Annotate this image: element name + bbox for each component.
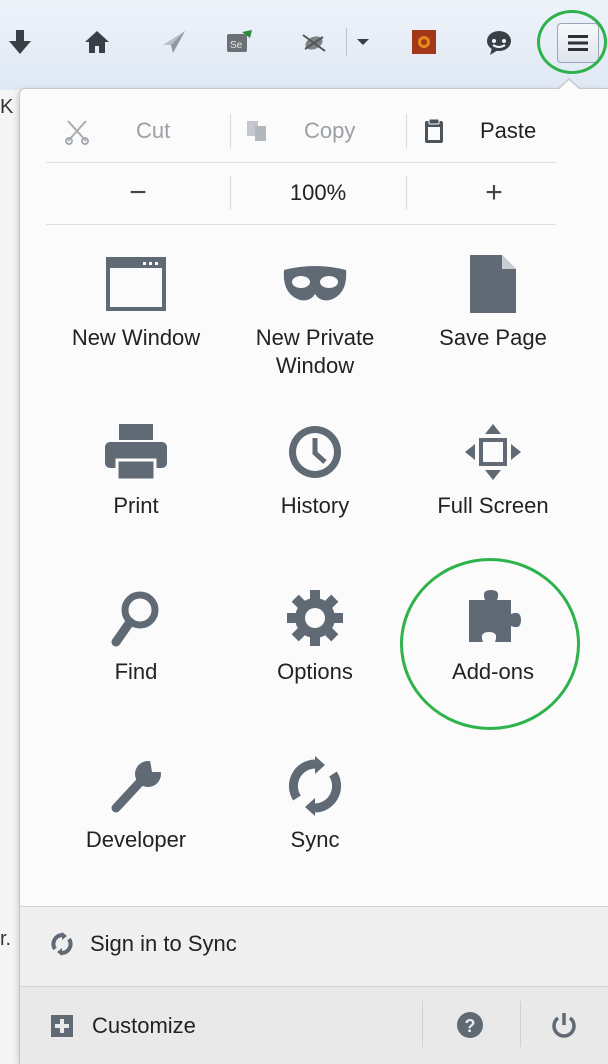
paste-button[interactable]: Paste bbox=[422, 100, 562, 162]
new-window-label: New Window bbox=[71, 325, 201, 350]
zoom-out-label: − bbox=[129, 176, 147, 209]
svg-text:Se: Se bbox=[230, 40, 243, 51]
options-label: Options bbox=[277, 659, 353, 684]
sign-in-label: Sign in to Sync bbox=[90, 931, 237, 956]
zoom-out-button[interactable]: − bbox=[46, 162, 230, 224]
printer-icon bbox=[105, 424, 167, 482]
footer-separator bbox=[422, 1001, 423, 1047]
new-window-button[interactable]: New Window bbox=[46, 250, 226, 352]
paste-label: Paste bbox=[480, 118, 537, 143]
help-button[interactable]: ? bbox=[456, 1011, 484, 1039]
add-ons-highlight-ring bbox=[400, 558, 580, 730]
new-private-window-button[interactable]: New Private Window bbox=[225, 250, 405, 380]
clock-icon bbox=[289, 426, 341, 478]
home-icon bbox=[85, 31, 109, 53]
selenium-button[interactable]: Se bbox=[221, 26, 257, 58]
panel-arrow-fill bbox=[558, 80, 580, 90]
speech-bubble-icon bbox=[487, 31, 511, 55]
home-button[interactable] bbox=[79, 26, 115, 58]
customize-label: Customize bbox=[92, 1013, 196, 1038]
cut-button[interactable]: Cut bbox=[64, 100, 224, 162]
background-page: K r. bbox=[0, 90, 20, 1064]
selenium-ide-icon: Se bbox=[227, 30, 252, 52]
help-icon: ? bbox=[457, 1012, 483, 1038]
plus-square-icon bbox=[51, 1015, 73, 1037]
gear-icon bbox=[287, 590, 343, 646]
sign-in-footer: Sign in to Sync bbox=[20, 906, 608, 986]
full-screen-label: Full Screen bbox=[437, 493, 549, 518]
find-button[interactable]: Find bbox=[46, 584, 226, 686]
svg-text:?: ? bbox=[465, 1016, 476, 1036]
history-label: History bbox=[280, 493, 350, 518]
page-text-fragment: K bbox=[0, 96, 14, 118]
edit-separator bbox=[230, 114, 231, 148]
zoom-controls: − 100% + bbox=[46, 162, 556, 224]
zoom-in-label: + bbox=[485, 176, 503, 209]
power-icon bbox=[552, 1013, 576, 1038]
chat-button[interactable] bbox=[481, 26, 517, 58]
zoom-in-button[interactable]: + bbox=[406, 162, 582, 224]
extension-button[interactable] bbox=[406, 26, 442, 58]
history-button[interactable]: History bbox=[225, 418, 405, 520]
firebug-button[interactable] bbox=[296, 26, 332, 58]
downloads-button[interactable] bbox=[2, 26, 38, 58]
save-page-label: Save Page bbox=[439, 325, 547, 350]
magnifier-icon bbox=[111, 591, 159, 647]
sync-arrows-icon bbox=[288, 756, 342, 816]
developer-button[interactable]: Developer bbox=[46, 752, 226, 854]
sign-in-to-sync-button[interactable]: Sign in to Sync bbox=[50, 931, 237, 957]
cut-label: Cut bbox=[136, 118, 171, 143]
new-private-window-label: New Private Window bbox=[255, 325, 375, 378]
zoom-level: 100% bbox=[289, 180, 347, 205]
page-text-fragment: r. bbox=[0, 928, 12, 950]
orange-extension-icon bbox=[412, 30, 436, 54]
navigation-toolbar: Se bbox=[0, 0, 608, 90]
edit-controls: Cut Copy Paste bbox=[46, 100, 556, 162]
print-button[interactable]: Print bbox=[46, 418, 226, 520]
print-label: Print bbox=[113, 493, 159, 518]
clipboard-icon bbox=[425, 118, 443, 143]
copy-icon bbox=[247, 121, 266, 141]
copy-button[interactable]: Copy bbox=[244, 100, 404, 162]
page-icon bbox=[470, 255, 516, 313]
dropdown-caret-icon bbox=[357, 39, 369, 45]
options-button[interactable]: Options bbox=[225, 584, 405, 686]
sync-label: Sync bbox=[290, 827, 340, 852]
quit-button[interactable] bbox=[550, 1011, 578, 1039]
dropdown-button[interactable] bbox=[348, 26, 378, 58]
sync-button[interactable]: Sync bbox=[225, 752, 405, 854]
paper-plane-icon bbox=[163, 31, 185, 53]
window-icon bbox=[106, 257, 166, 311]
toolbar-separator bbox=[346, 28, 347, 56]
send-button[interactable] bbox=[155, 26, 191, 58]
save-page-button[interactable]: Save Page bbox=[403, 250, 583, 352]
sync-small-icon bbox=[51, 932, 73, 956]
zoom-reset-button[interactable]: 100% bbox=[230, 162, 406, 224]
download-arrow-icon bbox=[9, 30, 31, 54]
customize-footer: Customize ? bbox=[20, 986, 608, 1064]
scissors-icon bbox=[65, 120, 89, 145]
developer-label: Developer bbox=[85, 827, 187, 852]
bug-icon bbox=[302, 34, 326, 52]
wrench-icon bbox=[111, 760, 164, 813]
copy-label: Copy bbox=[304, 118, 356, 143]
menu-divider bbox=[46, 224, 556, 225]
mask-icon bbox=[283, 266, 347, 301]
edit-separator bbox=[406, 114, 407, 148]
fullscreen-arrows-icon bbox=[465, 424, 521, 480]
find-label: Find bbox=[114, 659, 158, 684]
customize-button[interactable]: Customize bbox=[50, 1013, 196, 1039]
menu-button-highlight-ring bbox=[537, 10, 607, 74]
footer-separator bbox=[520, 1001, 521, 1047]
full-screen-button[interactable]: Full Screen bbox=[403, 418, 583, 520]
